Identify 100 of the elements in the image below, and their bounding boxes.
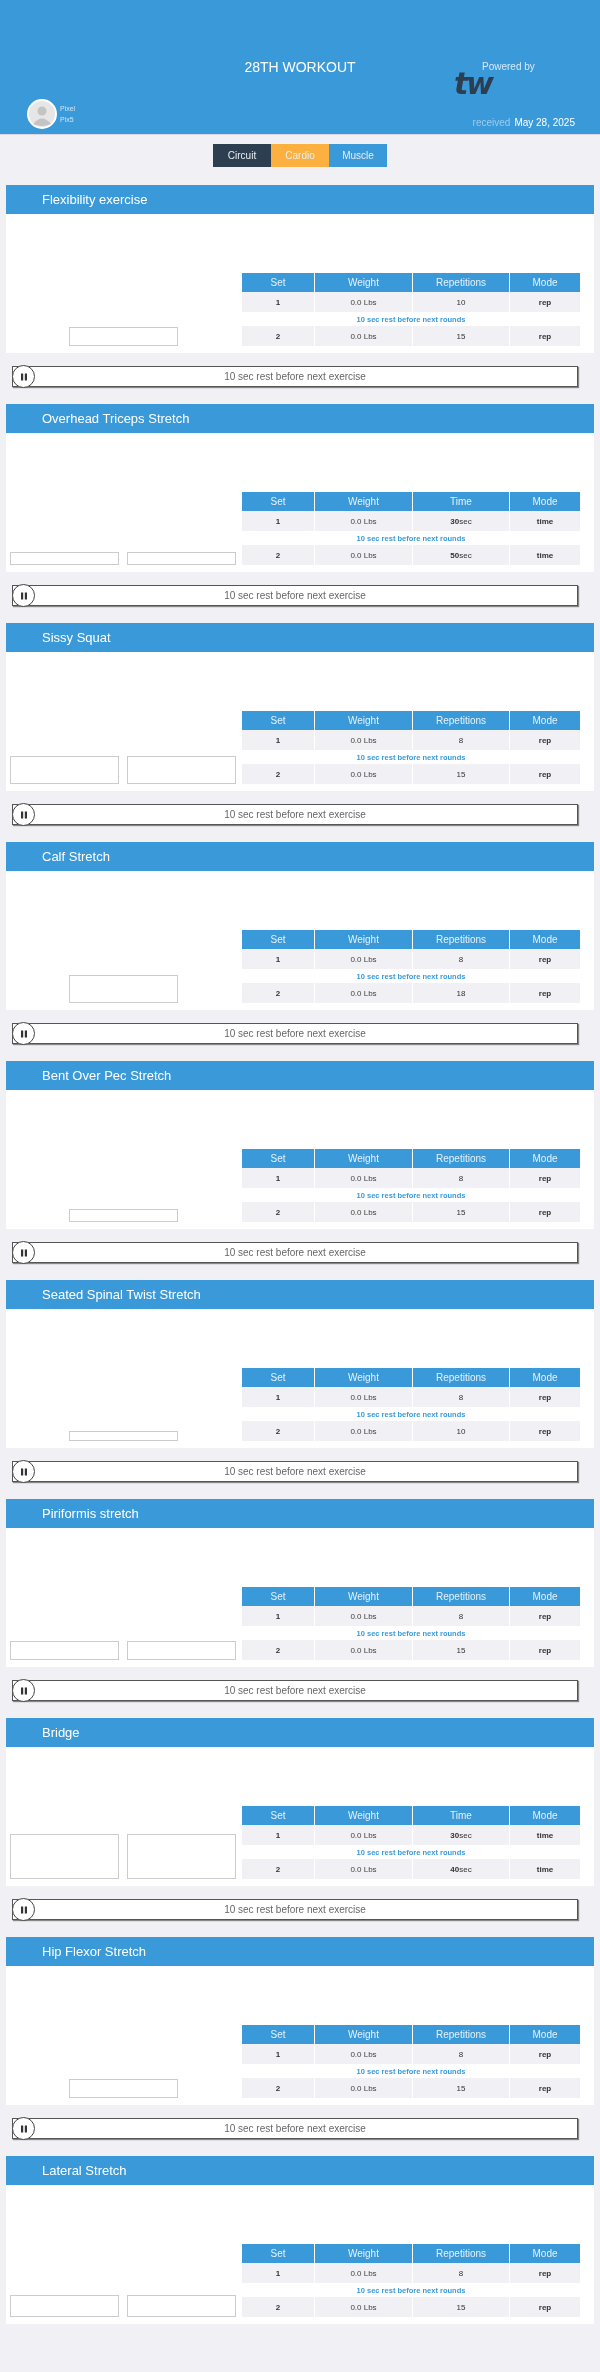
mode-cell: time <box>509 1859 580 1879</box>
pause-icon <box>18 1247 29 1258</box>
mode-cell: time <box>509 511 580 531</box>
amount-cell: 8 <box>412 1168 510 1188</box>
mode-cell: time <box>509 545 580 565</box>
mode-cell: rep <box>509 1168 580 1188</box>
weight-cell: 0.0 Lbs <box>314 326 413 346</box>
amount-cell: 15 <box>412 2078 510 2098</box>
pause-icon <box>18 2123 29 2134</box>
pause-button[interactable] <box>12 1241 35 1264</box>
amount-cell: 15 <box>412 1202 510 1222</box>
pause-button[interactable] <box>12 2117 35 2140</box>
set-cell: 2 <box>242 983 315 1003</box>
mode-cell: rep <box>509 730 580 750</box>
set-cell: 2 <box>242 1202 315 1222</box>
mode-cell: rep <box>509 949 580 969</box>
amount-cell: 8 <box>412 2044 510 2064</box>
pause-button[interactable] <box>12 1460 35 1483</box>
rest-timer-text: 10 sec rest before next exercise <box>224 371 366 382</box>
category-tab[interactable]: Cardio <box>271 144 329 167</box>
amount-cell: 50sec <box>412 545 510 565</box>
set-cell: 1 <box>242 511 315 531</box>
column-header: Mode <box>509 1368 580 1387</box>
amount-cell: 8 <box>412 1387 510 1407</box>
set-cell: 2 <box>242 1421 315 1441</box>
mode-cell: rep <box>509 2263 580 2283</box>
exercise-title: Bent Over Pec Stretch <box>6 1061 594 1090</box>
pause-button[interactable] <box>12 1679 35 1702</box>
exercise-title: Sissy Squat <box>6 623 594 652</box>
column-header: Time <box>412 1806 510 1825</box>
column-header: Weight <box>314 273 413 292</box>
pause-icon <box>18 1466 29 1477</box>
weight-cell: 0.0 Lbs <box>314 1825 413 1845</box>
pause-button[interactable] <box>12 1022 35 1045</box>
mode-cell: rep <box>509 1640 580 1660</box>
weight-cell: 0.0 Lbs <box>314 2297 413 2317</box>
column-header: Mode <box>509 711 580 730</box>
set-cell: 2 <box>242 1859 315 1879</box>
weight-cell: 0.0 Lbs <box>314 949 413 969</box>
pause-icon <box>18 1685 29 1696</box>
pause-icon <box>18 1904 29 1915</box>
column-header: Repetitions <box>412 711 510 730</box>
column-header: Repetitions <box>412 930 510 949</box>
mode-cell: rep <box>509 1202 580 1222</box>
weight-cell: 0.0 Lbs <box>314 2078 413 2098</box>
set-cell: 1 <box>242 1825 315 1845</box>
weight-cell: 0.0 Lbs <box>314 1640 413 1660</box>
amount-cell: 8 <box>412 949 510 969</box>
column-header: Weight <box>314 1149 413 1168</box>
weight-cell: 0.0 Lbs <box>314 1421 413 1441</box>
column-header: Repetitions <box>412 1587 510 1606</box>
pause-button[interactable] <box>12 365 35 388</box>
set-cell: 1 <box>242 2044 315 2064</box>
powered-by-text: Powered by <box>482 61 536 72</box>
mode-cell: rep <box>509 1606 580 1626</box>
mode-cell: rep <box>509 1421 580 1441</box>
brand-logo: tw <box>454 72 493 96</box>
mode-cell: time <box>509 1825 580 1845</box>
mode-cell: rep <box>509 2044 580 2064</box>
exercise-title: Flexibility exercise <box>6 185 594 214</box>
amount-cell: 30sec <box>412 511 510 531</box>
column-header: Repetitions <box>412 273 510 292</box>
column-header: Weight <box>314 1368 413 1387</box>
exercise-title: Hip Flexor Stretch <box>6 1937 594 1966</box>
amount-cell: 40sec <box>412 1859 510 1879</box>
category-tab[interactable]: Muscle <box>329 144 387 167</box>
column-header: Set <box>242 930 315 949</box>
rest-timer-text: 10 sec rest before next exercise <box>224 1904 366 1915</box>
amount-cell: 10 <box>412 1421 510 1441</box>
rest-timer-text: 10 sec rest before next exercise <box>224 809 366 820</box>
set-cell: 2 <box>242 764 315 784</box>
pause-icon <box>18 809 29 820</box>
pause-icon <box>18 371 29 382</box>
column-header: Weight <box>314 2025 413 2044</box>
column-header: Mode <box>509 273 580 292</box>
exercise-title: Piriformis stretch <box>6 1499 594 1528</box>
category-tab[interactable]: Circuit <box>213 144 271 167</box>
weight-cell: 0.0 Lbs <box>314 1202 413 1222</box>
column-header: Repetitions <box>412 2025 510 2044</box>
mode-cell: rep <box>509 764 580 784</box>
column-header: Weight <box>314 930 413 949</box>
pause-button[interactable] <box>12 803 35 826</box>
column-header: Mode <box>509 2025 580 2044</box>
column-header: Mode <box>509 2244 580 2263</box>
column-header: Set <box>242 492 315 511</box>
amount-cell: 8 <box>412 1606 510 1626</box>
column-header: Repetitions <box>412 1368 510 1387</box>
rest-timer-text: 10 sec rest before next exercise <box>224 1028 366 1039</box>
mode-cell: rep <box>509 2297 580 2317</box>
amount-cell: 8 <box>412 2263 510 2283</box>
column-header: Set <box>242 273 315 292</box>
mode-cell: rep <box>509 326 580 346</box>
column-header: Set <box>242 711 315 730</box>
rest-timer-text: 10 sec rest before next exercise <box>224 2123 366 2134</box>
column-header: Set <box>242 1149 315 1168</box>
pause-button[interactable] <box>12 584 35 607</box>
column-header: Mode <box>509 492 580 511</box>
column-header: Set <box>242 1587 315 1606</box>
pause-button[interactable] <box>12 1898 35 1921</box>
amount-cell: 15 <box>412 764 510 784</box>
